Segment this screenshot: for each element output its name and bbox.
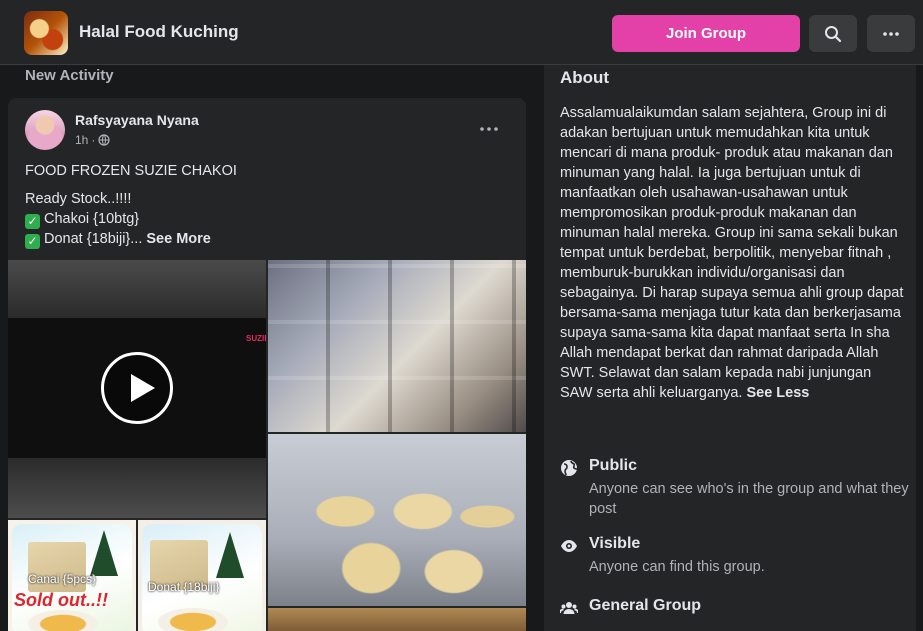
- decor-tree: [90, 530, 118, 576]
- eye-icon: [561, 540, 577, 552]
- people-icon: [560, 602, 578, 614]
- group-name[interactable]: Halal Food Kuching: [79, 22, 239, 42]
- post-photo[interactable]: [268, 434, 526, 606]
- privacy-description: Anyone can see who's in the group and wh…: [589, 481, 909, 517]
- post-timestamp[interactable]: 1h: [75, 133, 88, 147]
- about-description: Assalamualaikumdan salam sejahtera, Grou…: [560, 103, 905, 403]
- post-line: Ready Stock..!!!!: [25, 191, 132, 207]
- search-icon: [825, 25, 842, 42]
- group-cover-thumbnail[interactable]: [24, 11, 68, 55]
- post-body: FOOD FROZEN SUZIE CHAKOI Ready Stock..!!…: [25, 161, 237, 249]
- about-title: About: [560, 68, 610, 87]
- photo-label: Donat {18biji}: [148, 580, 220, 594]
- visibility-description: Anyone can find this group.: [589, 559, 765, 575]
- about-panel: About Assalamualaikumdan salam sejahtera…: [544, 65, 916, 631]
- play-icon[interactable]: [101, 352, 173, 424]
- post-line: Donat {18biji}...: [44, 231, 143, 247]
- post-line-item: ✓ Donat {18biji}... See More: [25, 229, 237, 249]
- author-avatar[interactable]: [25, 110, 65, 150]
- search-button[interactable]: [809, 15, 857, 52]
- post-meta: 1h ·: [75, 133, 110, 147]
- video-brand-logo: SUZIE: [246, 334, 266, 343]
- food-plate: [158, 608, 228, 631]
- post-line: FOOD FROZEN SUZIE CHAKOI: [25, 163, 237, 179]
- food-plate: [28, 610, 98, 631]
- post-options-button[interactable]: [480, 118, 498, 136]
- globe-icon: [98, 134, 110, 146]
- section-label-new-activity: New Activity: [25, 67, 114, 84]
- more-horizontal-icon: [883, 31, 899, 36]
- decor-tree: [216, 532, 244, 578]
- post-line-item: ✓ Chakoi {10btg}: [25, 209, 237, 229]
- more-horizontal-icon: [480, 127, 498, 131]
- post-media-grid: SUZIE Canai {5pcs} Donat {18biji} Sold o…: [8, 260, 526, 631]
- group-header: Halal Food Kuching Join Group: [0, 0, 923, 65]
- check-mark-icon: ✓: [25, 234, 40, 249]
- post-author[interactable]: Rafsyayana Nyana: [75, 112, 199, 128]
- privacy-title: Public: [589, 457, 638, 474]
- visibility-title: Visible: [589, 535, 641, 552]
- meta-separator: ·: [91, 133, 96, 147]
- globe-icon: [561, 460, 578, 476]
- post-video[interactable]: SUZIE: [8, 260, 266, 518]
- join-group-button[interactable]: Join Group: [612, 15, 800, 52]
- feed-post: Rafsyayana Nyana 1h · FOOD FROZEN SUZIE …: [8, 98, 526, 631]
- see-less-link[interactable]: See Less: [746, 385, 809, 401]
- group-type-title: General Group: [589, 597, 702, 614]
- post-photo[interactable]: Donat {18biji}: [138, 520, 266, 631]
- check-mark-icon: ✓: [25, 214, 40, 229]
- video-frame-blur: [8, 260, 266, 318]
- more-options-button[interactable]: [867, 15, 915, 52]
- post-photo[interactable]: Canai {5pcs}: [8, 520, 136, 631]
- see-more-link[interactable]: See More: [146, 231, 210, 247]
- photo-label: Canai {5pcs}: [28, 572, 97, 586]
- sold-out-overlay: Sold out..!!: [14, 590, 108, 610]
- post-photo[interactable]: [268, 260, 526, 432]
- post-photo[interactable]: [268, 608, 526, 631]
- video-frame-blur: [8, 458, 266, 518]
- about-description-text: Assalamualaikumdan salam sejahtera, Grou…: [560, 105, 904, 401]
- post-line: Chakoi {10btg}: [44, 211, 140, 227]
